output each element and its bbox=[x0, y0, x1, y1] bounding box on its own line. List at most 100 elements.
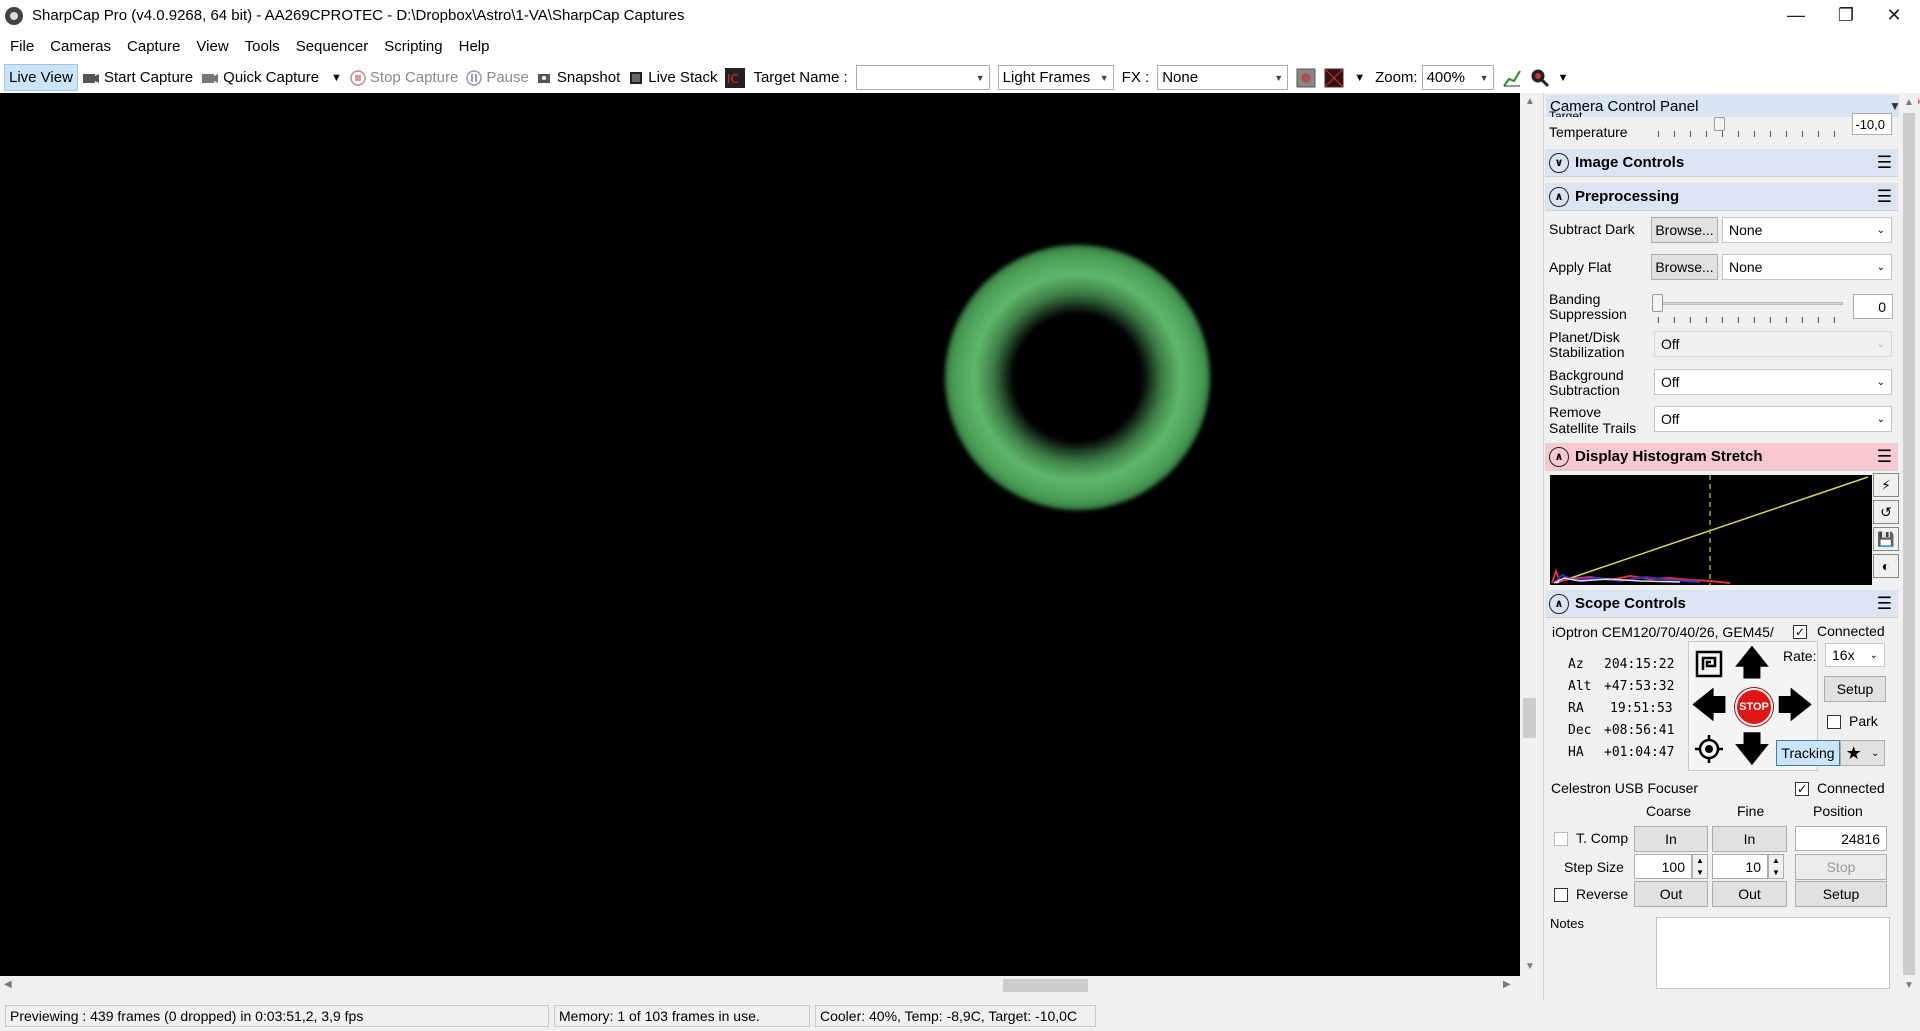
minimize-icon[interactable]: — bbox=[1772, 0, 1820, 31]
chevron-up-icon[interactable]: ∧ bbox=[1549, 593, 1569, 614]
coarse-step-field[interactable]: 100 bbox=[1634, 854, 1692, 879]
viewport-vertical-scrollbar[interactable]: ▲ ▼ bbox=[1520, 93, 1539, 976]
tcomp-checkbox[interactable] bbox=[1554, 832, 1568, 846]
scroll-down-icon[interactable]: ▼ bbox=[1904, 980, 1914, 991]
target-goto-icon[interactable] bbox=[1690, 730, 1728, 768]
crosshair-icon[interactable] bbox=[1323, 67, 1345, 89]
reset-icon[interactable]: ↺ bbox=[1873, 500, 1899, 524]
apply-flat-browse-button[interactable]: Browse... bbox=[1651, 254, 1718, 280]
focuser-connected-checkbox[interactable]: ✓ bbox=[1795, 782, 1809, 796]
menu-scripting[interactable]: Scripting bbox=[376, 38, 450, 55]
arrow-right-icon[interactable]: 🡆 bbox=[1776, 687, 1814, 725]
background-subtraction-select[interactable]: Off ⌄ bbox=[1654, 369, 1892, 395]
subtract-dark-select[interactable]: None ⌄ bbox=[1722, 217, 1892, 243]
planet-stabilization-select[interactable]: Off ⌄ bbox=[1654, 331, 1892, 357]
menu-icon[interactable]: ☰ bbox=[1877, 153, 1892, 173]
scroll-up-icon[interactable]: ▲ bbox=[1525, 96, 1535, 107]
menu-icon[interactable]: ☰ bbox=[1877, 187, 1892, 207]
menu-capture[interactable]: Capture bbox=[119, 38, 188, 55]
menu-sequencer[interactable]: Sequencer bbox=[288, 38, 377, 55]
scroll-thumb[interactable] bbox=[1903, 113, 1915, 975]
subtract-dark-browse-button[interactable]: Browse... bbox=[1651, 217, 1718, 243]
notes-textarea[interactable] bbox=[1656, 917, 1890, 989]
arrow-up-icon[interactable]: 🡅 bbox=[1733, 644, 1771, 682]
focuser-setup-button[interactable]: Setup bbox=[1795, 881, 1887, 907]
scroll-right-icon[interactable]: ▶ bbox=[1503, 979, 1511, 990]
panel-vertical-scrollbar[interactable]: ▲ ▼ bbox=[1900, 95, 1918, 995]
snapshot-button[interactable]: Snapshot bbox=[533, 64, 624, 91]
restore-icon[interactable]: ❐ bbox=[1822, 0, 1870, 31]
quick-capture-button[interactable]: Quick Capture ▼ bbox=[197, 64, 346, 91]
preprocessing-header[interactable]: ∧ Preprocessing ☰ bbox=[1545, 183, 1898, 211]
stop-capture-button[interactable]: Stop Capture bbox=[346, 64, 462, 91]
scroll-thumb[interactable] bbox=[1523, 698, 1536, 738]
chevron-down-icon[interactable]: ∨ bbox=[1549, 152, 1569, 173]
histogram-chart-icon[interactable] bbox=[1501, 67, 1523, 89]
scroll-down-icon[interactable]: ▼ bbox=[1525, 961, 1535, 972]
fine-out-button[interactable]: Out bbox=[1712, 881, 1787, 907]
record-red-icon[interactable]: IC bbox=[724, 67, 746, 89]
chevron-up-icon[interactable]: ∧ bbox=[1549, 186, 1569, 207]
frame-type-select[interactable]: Light Frames ▼ bbox=[997, 65, 1114, 90]
fx-select[interactable]: None ▼ bbox=[1157, 65, 1289, 90]
viewport-horizontal-scrollbar[interactable]: ◀ ▶ bbox=[0, 976, 1520, 995]
contrast-icon[interactable]: ◐ bbox=[1873, 554, 1899, 578]
focuser-stop-button[interactable]: Stop bbox=[1795, 854, 1887, 880]
pause-button[interactable]: Pause bbox=[462, 64, 533, 91]
zoom-select[interactable]: 400% ▼ bbox=[1421, 65, 1494, 90]
image-controls-header[interactable]: ∨ Image Controls ☰ bbox=[1545, 149, 1898, 177]
image-viewport[interactable] bbox=[0, 93, 1520, 976]
arrow-left-icon[interactable]: 🡄 bbox=[1690, 687, 1728, 725]
menu-help[interactable]: Help bbox=[451, 38, 498, 55]
target-name-combo[interactable]: ▼ bbox=[855, 65, 990, 90]
start-capture-button[interactable]: Start Capture bbox=[78, 64, 197, 91]
banding-slider-track[interactable] bbox=[1658, 302, 1843, 305]
banding-slider-thumb[interactable] bbox=[1652, 294, 1663, 312]
scope-controls-header[interactable]: ∧ Scope Controls ☰ bbox=[1545, 590, 1898, 618]
satellite-trails-select[interactable]: Off ⌄ bbox=[1654, 406, 1892, 432]
target-temp-field[interactable]: -10,0 bbox=[1852, 113, 1892, 135]
histogram-header[interactable]: ∧ Display Histogram Stretch ☰ bbox=[1545, 443, 1898, 471]
mount-connected-checkbox[interactable]: ✓ bbox=[1793, 625, 1807, 639]
arrow-down-icon[interactable]: 🡇 bbox=[1733, 730, 1771, 768]
rate-select[interactable]: 16x ⌄ bbox=[1825, 643, 1885, 667]
menu-icon[interactable]: ☰ bbox=[1877, 447, 1892, 467]
chevron-down-icon[interactable]: ▼ bbox=[1558, 72, 1569, 84]
scroll-thumb[interactable] bbox=[1003, 979, 1088, 992]
chevron-down-icon[interactable]: ▼ bbox=[1354, 72, 1365, 84]
chevron-up-icon[interactable]: ∧ bbox=[1549, 446, 1569, 467]
reverse-checkbox[interactable] bbox=[1554, 888, 1568, 902]
fine-step-spinner[interactable]: ▲ ▼ bbox=[1768, 854, 1784, 879]
coarse-step-spinner[interactable]: ▲ ▼ bbox=[1692, 854, 1708, 879]
menu-cameras[interactable]: Cameras bbox=[42, 38, 119, 55]
tracking-button[interactable]: Tracking bbox=[1776, 740, 1840, 766]
save-icon[interactable]: 💾 bbox=[1873, 527, 1899, 551]
coarse-out-button[interactable]: Out bbox=[1634, 881, 1708, 907]
fine-step-field[interactable]: 10 bbox=[1712, 854, 1768, 879]
scroll-up-icon[interactable]: ▲ bbox=[1904, 97, 1914, 108]
menu-view[interactable]: View bbox=[188, 38, 236, 55]
stop-slew-button[interactable]: STOP bbox=[1735, 688, 1773, 726]
reticle-icon[interactable] bbox=[1295, 67, 1317, 89]
fine-in-button[interactable]: In bbox=[1712, 826, 1787, 852]
spiral-search-icon[interactable] bbox=[1690, 645, 1728, 683]
auto-stretch-icon[interactable]: ⚡ bbox=[1873, 473, 1899, 497]
menu-icon[interactable]: ☰ bbox=[1877, 594, 1892, 614]
live-view-button[interactable]: Live View bbox=[4, 64, 78, 91]
chevron-down-icon[interactable]: ▼ bbox=[331, 72, 342, 84]
park-checkbox[interactable] bbox=[1827, 715, 1841, 729]
zoom-search-icon[interactable] bbox=[1529, 67, 1551, 89]
target-temp-slider[interactable] bbox=[1714, 117, 1725, 131]
close-icon[interactable]: ✕ bbox=[1870, 0, 1918, 31]
menu-tools[interactable]: Tools bbox=[237, 38, 288, 55]
menu-file[interactable]: File bbox=[2, 38, 42, 55]
histogram-plot[interactable] bbox=[1550, 475, 1872, 585]
coarse-in-button[interactable]: In bbox=[1634, 826, 1708, 852]
live-stack-button[interactable]: Live Stack bbox=[624, 64, 721, 91]
mount-setup-button[interactable]: Setup bbox=[1824, 676, 1886, 702]
tracking-mode-select[interactable]: ★ ⌄ bbox=[1840, 740, 1885, 766]
position-field[interactable]: 24816 bbox=[1795, 826, 1887, 851]
banding-field[interactable]: 0 bbox=[1853, 294, 1893, 319]
apply-flat-select[interactable]: None ⌄ bbox=[1722, 254, 1892, 280]
scroll-left-icon[interactable]: ◀ bbox=[4, 979, 12, 990]
